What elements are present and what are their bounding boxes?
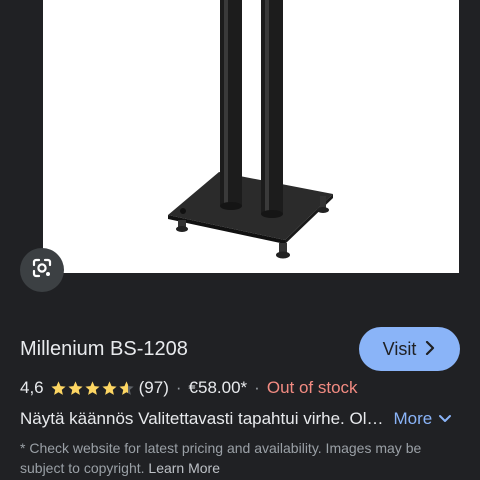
stock-status: Out of stock [266, 378, 358, 397]
visit-button[interactable]: Visit [359, 327, 460, 371]
lens-search-button[interactable] [20, 248, 64, 292]
product-description: Näytä käännös Valitettavasti tapahtui vi… [20, 409, 460, 429]
rating-value: 4,6 [20, 378, 44, 397]
separator-dot: · [175, 378, 182, 397]
learn-more-link[interactable]: Learn More [148, 460, 220, 476]
product-meta-row: 4,6 (97) · €58.00* · Out of stock [20, 378, 358, 398]
star-half-icon [119, 380, 134, 395]
disclaimer-text: * Check website for latest pricing and a… [20, 440, 422, 476]
disclaimer: * Check website for latest pricing and a… [20, 438, 460, 478]
visit-label: Visit [382, 338, 417, 359]
more-button[interactable]: More [393, 409, 452, 429]
separator-dot: · [254, 378, 260, 397]
product-title: Millenium BS-1208 [20, 338, 188, 360]
review-count: (97) [138, 378, 169, 397]
star-rating [50, 380, 135, 397]
product-image[interactable] [43, 0, 459, 273]
chevron-right-icon [424, 340, 436, 358]
star-full-icon [102, 380, 117, 395]
chevron-down-icon [438, 409, 452, 429]
star-full-icon [68, 380, 83, 395]
google-lens-icon [30, 256, 54, 285]
description-text: Näytä käännös Valitettavasti tapahtui vi… [20, 409, 384, 428]
star-full-icon [51, 380, 66, 395]
star-full-icon [85, 380, 100, 395]
speaker-stand-image [168, 0, 333, 259]
price: €58.00* [188, 378, 248, 397]
more-label: More [393, 409, 433, 428]
